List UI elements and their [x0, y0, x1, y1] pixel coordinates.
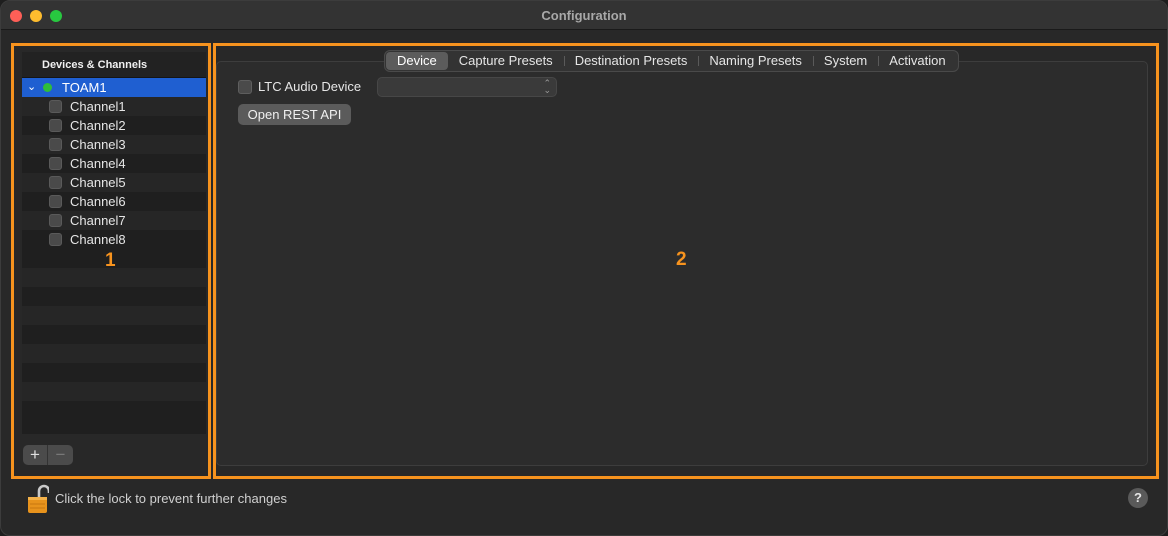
help-button[interactable]: ?	[1128, 488, 1148, 508]
lock-icon[interactable]	[27, 484, 49, 514]
configuration-window: Configuration Devices & Channels ⌄ TOAM1…	[0, 0, 1168, 536]
window-title: Configuration	[541, 8, 627, 23]
title-bar: Configuration	[1, 1, 1167, 30]
annotation-number-1: 1	[105, 250, 116, 271]
lock-hint-text: Click the lock to prevent further change…	[55, 491, 287, 506]
annotation-number-2: 2	[676, 249, 687, 270]
